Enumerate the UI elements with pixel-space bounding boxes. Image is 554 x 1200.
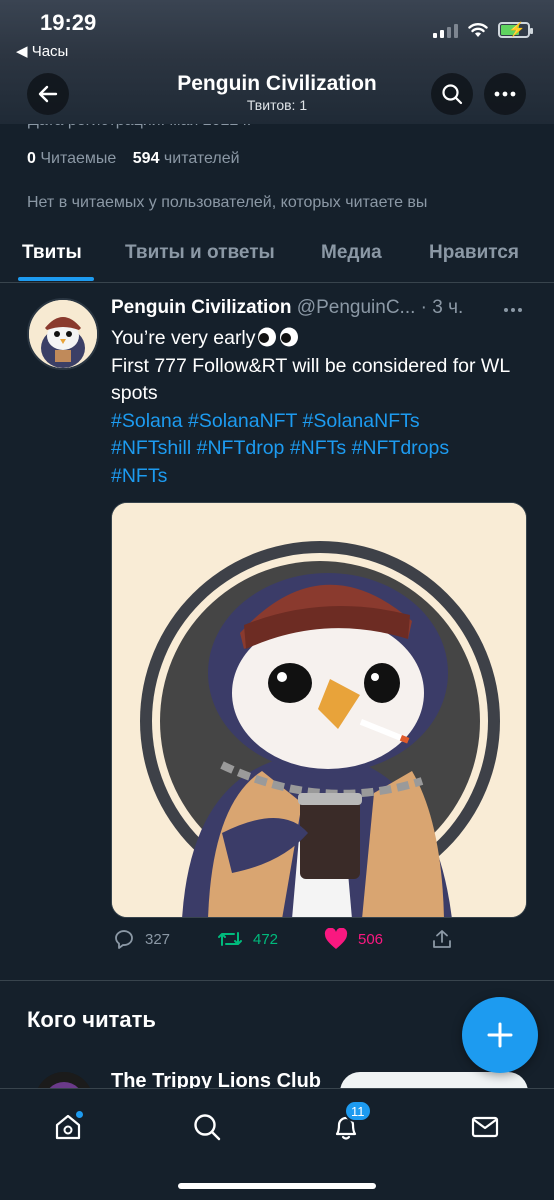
home-indicator[interactable] <box>178 1183 376 1189</box>
more-horizontal-icon <box>494 91 516 97</box>
tweet-text: You’re very early First 777 Follow&RT wi… <box>111 325 531 490</box>
tab-tweets-and-replies[interactable]: Твиты и ответы <box>125 242 275 264</box>
tweet-line-1: You’re very early <box>111 327 256 349</box>
tweet-author-name[interactable]: Penguin Civilization <box>111 297 292 318</box>
like-count: 506 <box>358 930 384 948</box>
hashtag[interactable]: #Solana <box>111 410 183 432</box>
battery-icon: ⚡ <box>498 21 533 38</box>
penguin-avatar-image <box>29 300 97 368</box>
profile-tabs: Твиты Твиты и ответы Медиа Нравится <box>0 226 554 283</box>
system-icons: ⚡ <box>433 21 533 38</box>
more-horizontal-icon <box>504 308 522 312</box>
retweet-button[interactable]: 472 <box>217 928 278 950</box>
following-count: 0 <box>27 150 36 167</box>
mutual-followers-notice: Нет в читаемых у пользователей, которых … <box>27 194 428 211</box>
back-to-app-link[interactable]: ◀ Часы <box>16 42 68 60</box>
tweet-separator: · <box>415 297 433 318</box>
tweet-media-image[interactable] <box>111 502 527 918</box>
tab-likes[interactable]: Нравится <box>429 242 519 264</box>
reply-count: 327 <box>145 930 171 948</box>
tweet-actions: 327 472 506 <box>0 928 554 956</box>
eyes-emoji-icon <box>257 327 298 347</box>
tweet-more-button[interactable] <box>503 296 523 319</box>
retweet-icon <box>218 932 242 946</box>
top-bar: 19:29 ◀ Часы ⚡ Penguin Civilization Твит… <box>0 0 554 124</box>
nav-search[interactable] <box>187 1107 227 1147</box>
hashtag[interactable]: #SolanaNFT <box>188 410 297 432</box>
profile-stats: 0 Читаемые 594 читателей <box>27 150 240 168</box>
following-label: Читаемые <box>40 150 117 167</box>
hashtag[interactable]: #NFTdrops <box>352 437 450 459</box>
plus-icon <box>487 1022 513 1048</box>
cellular-signal-icon <box>433 22 458 38</box>
nav-home[interactable] <box>48 1107 88 1147</box>
nav-notifications[interactable]: 11 <box>326 1100 372 1147</box>
section-divider <box>0 980 554 981</box>
tweet-timestamp[interactable]: 3 ч. <box>432 297 463 318</box>
active-tab-indicator <box>18 277 94 281</box>
share-button[interactable] <box>431 928 453 950</box>
followers-link[interactable]: 594 читателей <box>133 150 240 167</box>
penguin-nft-illustration <box>112 503 526 917</box>
hashtag[interactable]: #NFTs <box>290 437 346 459</box>
compose-tweet-button[interactable] <box>462 997 538 1073</box>
tweet-author-handle[interactable]: @PenguinC... <box>297 297 416 318</box>
notifications-badge: 11 <box>344 1100 372 1122</box>
tab-tweets[interactable]: Твиты <box>22 242 82 264</box>
tweet-author-avatar[interactable] <box>27 298 99 370</box>
retweet-count: 472 <box>253 930 279 948</box>
following-link[interactable]: 0 Читаемые <box>27 150 116 167</box>
tweet-header: Penguin Civilization @PenguinC... · 3 ч. <box>111 297 511 319</box>
more-options-button[interactable] <box>484 73 526 115</box>
followers-count: 594 <box>132 150 160 167</box>
hashtag[interactable]: #NFTshill <box>111 437 191 459</box>
hashtag[interactable]: #NFTdrop <box>197 437 285 459</box>
reply-button[interactable]: 327 <box>113 928 170 950</box>
home-new-dot <box>75 1110 84 1119</box>
hashtag[interactable]: #SolanaNFTs <box>303 410 420 432</box>
search-icon <box>442 84 463 105</box>
wifi-icon <box>468 23 488 37</box>
status-time: 19:29 <box>40 10 97 35</box>
mail-icon <box>471 1116 499 1138</box>
tweet-line-2: First 777 Follow&RT will be considered f… <box>111 354 510 405</box>
tab-media[interactable]: Медиа <box>321 242 382 264</box>
reply-icon <box>115 930 133 949</box>
hashtag[interactable]: #NFTs <box>111 465 167 487</box>
nav-messages[interactable] <box>465 1107 505 1147</box>
followers-label: читателей <box>163 150 240 167</box>
who-to-follow-title: Кого читать <box>27 1007 156 1032</box>
heart-filled-icon <box>324 928 348 949</box>
search-button[interactable] <box>431 73 473 115</box>
share-icon <box>433 930 451 948</box>
search-icon <box>194 1114 221 1141</box>
like-button[interactable]: 506 <box>324 928 383 950</box>
